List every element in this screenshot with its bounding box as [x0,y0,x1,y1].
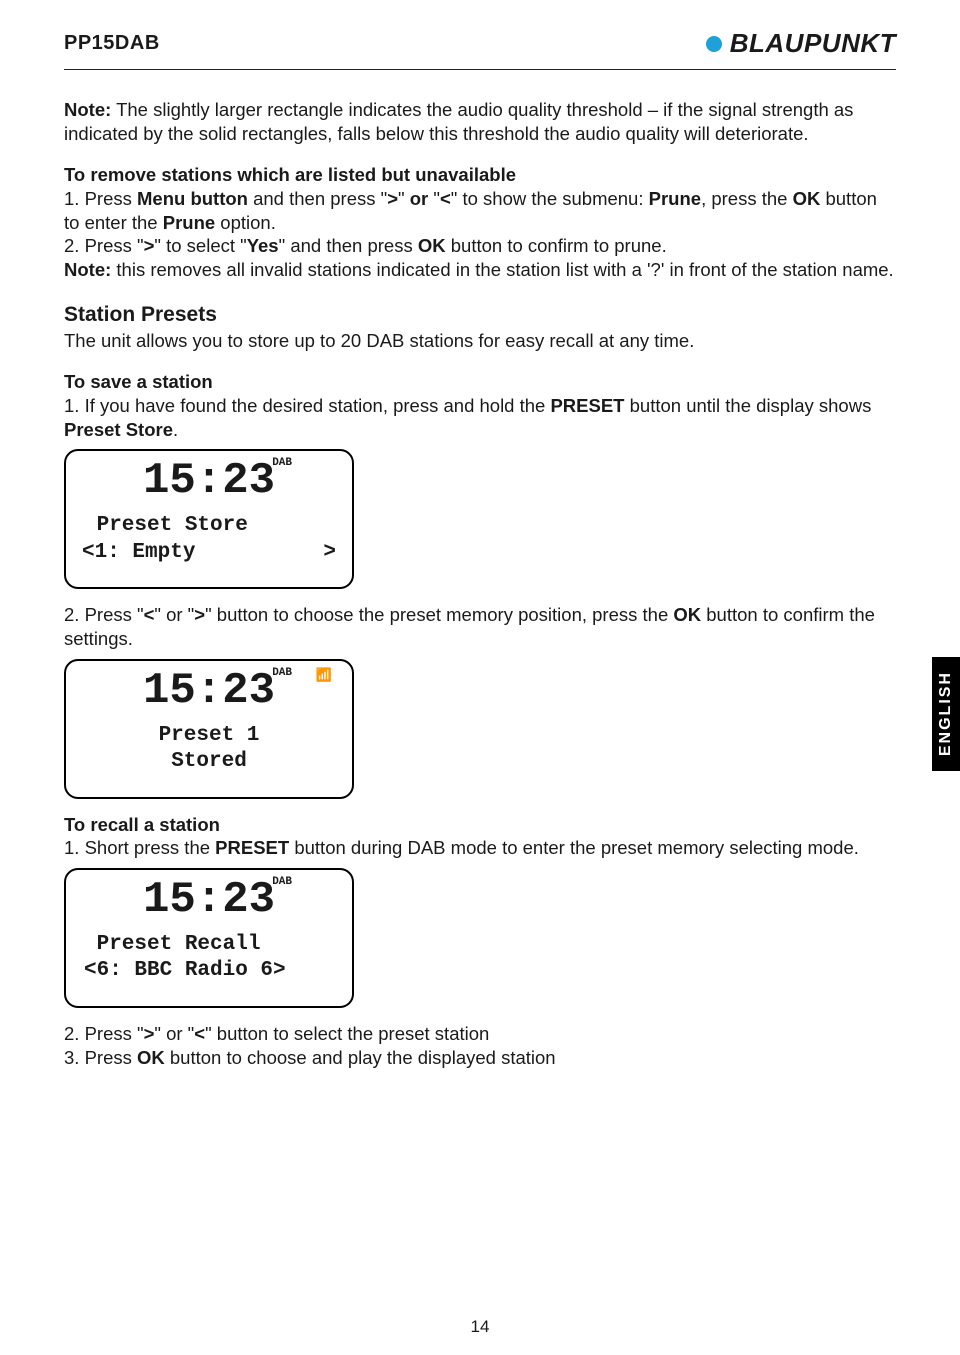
t: or [410,188,429,209]
gt-key: > [144,1023,155,1044]
t: 1. Press [64,188,137,209]
station-presets-title: Station Presets [64,303,217,326]
lcd-dab-tag: DAB [272,667,292,679]
menu-button-ref: Menu button [137,188,248,209]
t: " to select " [154,235,246,256]
prune-ref: Prune [163,212,215,233]
t: The unit allows you to store up to 20 DA… [64,330,694,351]
lcd-line1: Preset Store [84,513,338,539]
t: 1. If you have found the desired station… [64,395,550,416]
t: 1. Short press the [64,837,215,858]
language-tab: ENGLISH [932,657,960,771]
gt-key: > [194,604,205,625]
ok-ref: OK [137,1047,165,1068]
lcd-line2: <1: Empty > [80,540,338,566]
station-presets-block: Station Presets The unit allows you to s… [64,302,896,353]
lcd-line2: <6: BBC Radio 6> [84,958,338,984]
note-text: The slightly larger rectangle indicates … [64,99,853,144]
lcd-line2: Stored [80,749,338,775]
lcd-clock: 15:23 [80,878,338,922]
model-code: PP15DAB [64,32,160,55]
lt-key: < [194,1023,205,1044]
lt-key: < [440,188,451,209]
signal-icon: 📶 [316,667,332,683]
t: button during DAB mode to enter the pres… [289,837,859,858]
note-audio-quality: Note: The slightly larger rectangle indi… [64,98,896,145]
t: 3. Press [64,1047,137,1068]
brand-logo: BLAUPUNKT [706,28,896,59]
recall-station-title: To recall a station [64,814,220,835]
recall-steps-23: 2. Press ">" or "<" button to select the… [64,1022,896,1069]
t: button to choose and play the displayed … [165,1047,556,1068]
note-label: Note: [64,259,111,280]
preset-ref: PRESET [550,395,624,416]
remove-stations-title: To remove stations which are listed but … [64,164,516,185]
t: 2. Press " [64,235,144,256]
page-number: 14 [0,1317,960,1337]
page-header: PP15DAB BLAUPUNKT [64,28,896,70]
prune-ref: Prune [649,188,701,209]
t: button until the display shows [625,395,872,416]
lcd-line1: Preset 1 [80,723,338,749]
t: " or " [154,1023,194,1044]
save-station-title: To save a station [64,371,213,392]
lcd-line2-right: > [323,540,336,566]
lcd-clock: 15:23 [80,669,338,713]
save-station-block: To save a station 1. If you have found t… [64,370,896,441]
t: " button to select the preset station [205,1023,489,1044]
lt-key: < [144,604,155,625]
t: , press the [701,188,793,209]
preset-ref: PRESET [215,837,289,858]
t: " or " [154,604,194,625]
t: " [428,188,440,209]
lcd-line2-left: <1: Empty [82,540,195,566]
t: " button to choose the preset memory pos… [205,604,673,625]
gt-key: > [144,235,155,256]
brand-dot-icon [706,36,722,52]
brand-name: BLAUPUNKT [730,28,896,59]
t: " and then press [279,235,418,256]
lcd-preset-recall: DAB 15:23 Preset Recall <6: BBC Radio 6> [64,868,354,1008]
t: " to show the submenu: [451,188,649,209]
recall-station-block: To recall a station 1. Short press the P… [64,813,896,860]
lcd-preset-store: DAB 15:23 Preset Store <1: Empty > [64,449,354,589]
t: 2. Press " [64,1023,144,1044]
lcd-dab-tag: DAB [272,876,292,888]
save-step2: 2. Press "<" or ">" button to choose the… [64,603,896,650]
t: option. [215,212,276,233]
gt-key: > [387,188,398,209]
remove-stations-block: To remove stations which are listed but … [64,163,896,281]
lcd-line1: Preset Recall [84,932,338,958]
t: " [398,188,410,209]
preset-store-ref: Preset Store [64,419,173,440]
language-label: ENGLISH [937,671,955,756]
yes-ref: Yes [247,235,279,256]
t: this removes all invalid stations indica… [111,259,893,280]
t: 2. Press " [64,604,144,625]
ok-ref: OK [673,604,701,625]
lcd-dab-tag: DAB [272,457,292,469]
t: button to confirm to prune. [446,235,667,256]
note-label: Note: [64,99,111,120]
ok-ref: OK [418,235,446,256]
t: and then press " [248,188,387,209]
ok-ref: OK [793,188,821,209]
lcd-clock: 15:23 [80,459,338,503]
lcd-preset-stored: DAB 📶 15:23 Preset 1 Stored [64,659,354,799]
t: . [173,419,178,440]
